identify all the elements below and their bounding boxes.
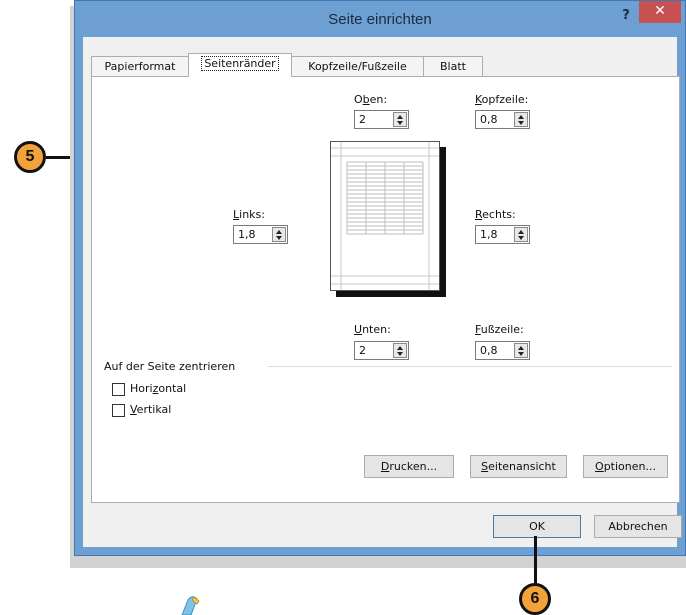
spin-up-icon [518,115,524,119]
callout-6: 6 [519,583,551,615]
rechts-spin-arrows[interactable] [514,227,528,242]
fusszeile-value: 0,8 [480,344,498,357]
spin-up-icon [397,115,403,119]
kopfzeile-spin-arrows[interactable] [514,112,528,127]
close-button[interactable]: ✕ [639,1,681,23]
kopfzeile-label: Kopfzeile: [475,93,529,106]
tab-label: Papierformat [104,60,176,73]
drucken-button[interactable]: Drucken... [364,455,454,478]
unten-label: Unten: [354,323,391,336]
dialog-client-area: Papierformat Seitenränder Kopfzeile/Fußz… [83,37,682,547]
links-value: 1,8 [238,228,256,241]
page-preview [330,141,440,291]
unten-spin-arrows[interactable] [393,343,407,358]
oben-value: 2 [359,113,366,126]
oben-spinner[interactable]: 2 [354,110,409,129]
fusszeile-spinner[interactable]: 0,8 [475,341,530,360]
page-setup-dialog: Seite einrichten ? ✕ Papierformat Seiten… [74,0,686,556]
page-preview-drawing [331,142,439,290]
tab-label: Kopfzeile/Fußzeile [308,60,407,73]
vertikal-checkbox[interactable] [112,404,125,417]
close-icon: ✕ [654,3,666,19]
kopfzeile-value: 0,8 [480,113,498,126]
spin-down-icon [518,352,524,356]
ok-button[interactable]: OK [493,515,581,538]
callout-5: 5 [14,141,46,173]
spin-down-icon [397,352,403,356]
tab-kopfzeile-fusszeile[interactable]: Kopfzeile/Fußzeile [291,56,424,76]
pencil-icon [181,596,200,615]
rechts-value: 1,8 [480,228,498,241]
oben-label: Oben: [354,93,388,106]
links-spinner[interactable]: 1,8 [233,225,288,244]
fusszeile-spin-arrows[interactable] [514,343,528,358]
rechts-label: Rechts: [475,208,516,221]
rechts-spinner[interactable]: 1,8 [475,225,530,244]
optionen-button[interactable]: Optionen... [583,455,668,478]
margins-panel: Oben: 2 Kopfzeile: 0,8 Links: 1,8 Rechts… [91,76,680,503]
horizontal-checkbox[interactable] [112,383,125,396]
center-section-label: Auf der Seite zentrieren [104,360,236,373]
horizontal-label[interactable]: Horizontal [130,382,186,395]
spin-down-icon [276,236,282,240]
spin-up-icon [276,230,282,234]
links-label: Links: [233,208,265,221]
tab-papierformat[interactable]: Papierformat [91,56,189,76]
dialog-title: Seite einrichten [328,11,432,28]
kopfzeile-spinner[interactable]: 0,8 [475,110,530,129]
spin-down-icon [518,236,524,240]
vertikal-label[interactable]: Vertikal [130,403,171,416]
abbrechen-button[interactable]: Abbrechen [594,515,682,538]
tab-label: Seitenränder [201,56,279,71]
spin-down-icon [397,121,403,125]
seitenansicht-button[interactable]: Seitenansicht [470,455,567,478]
callout-6-line [534,536,537,586]
fusszeile-label: Fußzeile: [475,323,524,336]
help-button[interactable]: ? [613,5,639,27]
oben-spin-arrows[interactable] [393,112,407,127]
title-bar[interactable]: Seite einrichten ? ✕ [75,1,685,37]
spin-up-icon [397,346,403,350]
unten-spinner[interactable]: 2 [354,341,409,360]
tab-blatt[interactable]: Blatt [423,56,483,76]
spin-down-icon [518,121,524,125]
tab-seitenraender[interactable]: Seitenränder [188,53,292,77]
center-section-divider [268,366,672,367]
unten-value: 2 [359,344,366,357]
spin-up-icon [518,346,524,350]
links-spin-arrows[interactable] [272,227,286,242]
spin-up-icon [518,230,524,234]
tab-label: Blatt [440,60,466,73]
